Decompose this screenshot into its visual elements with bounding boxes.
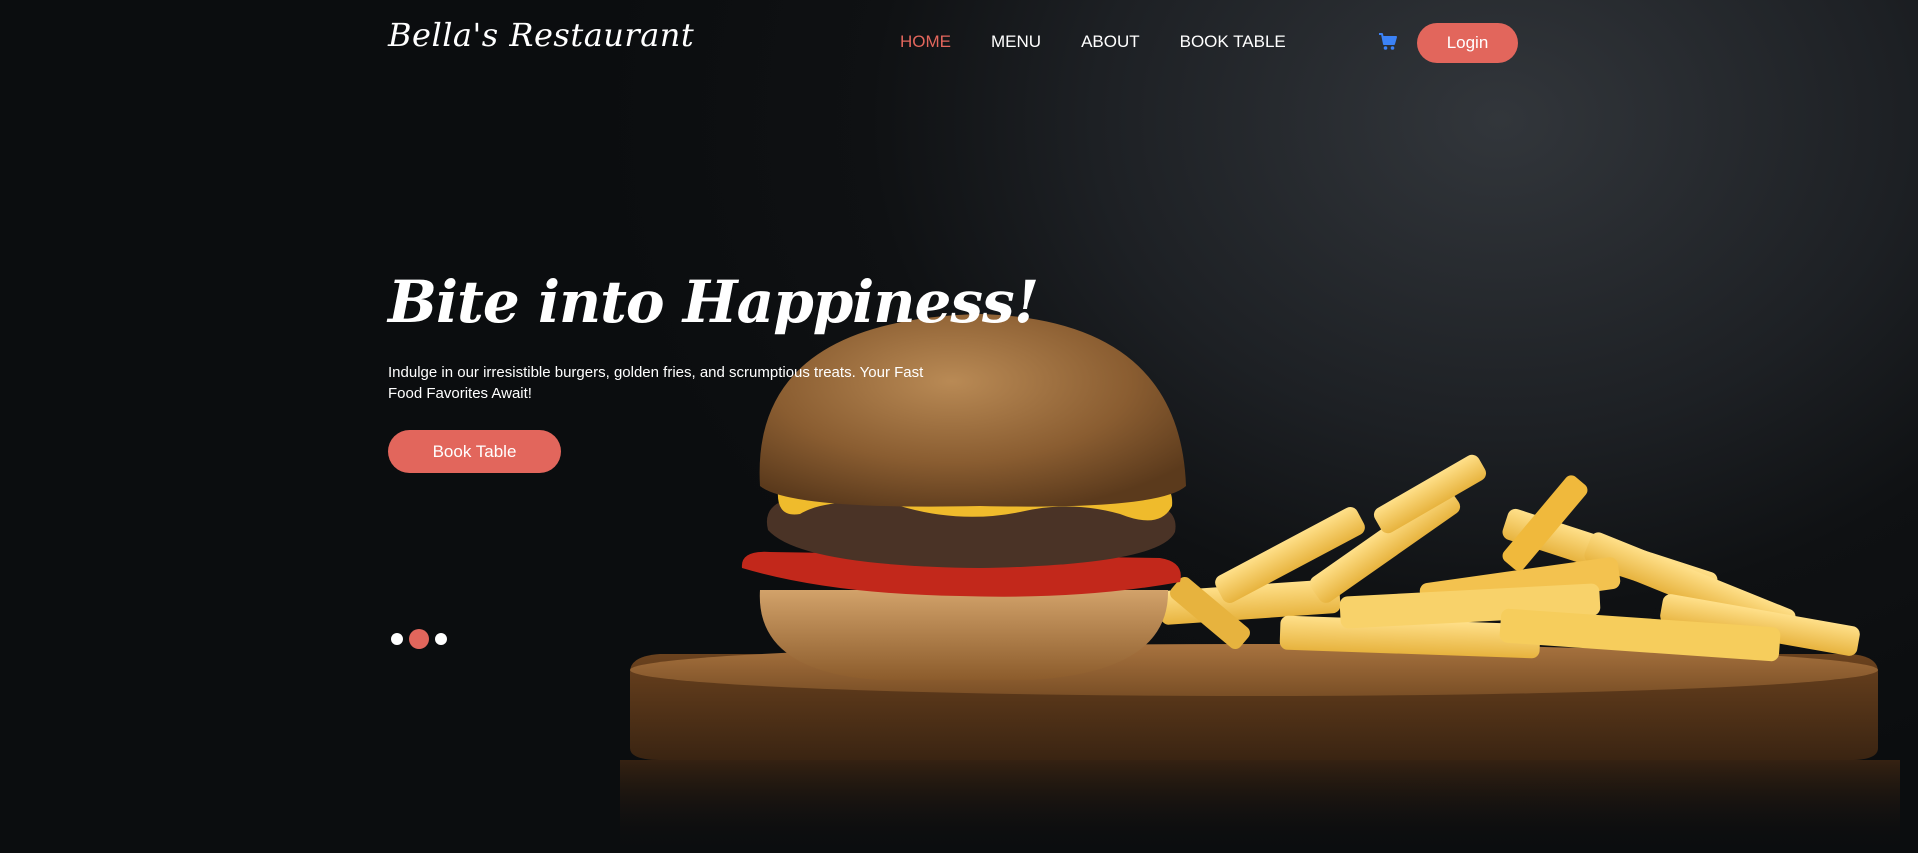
nav-links: HOME MENU ABOUT BOOK TABLE <box>900 32 1326 52</box>
slider-dot-active[interactable] <box>409 629 429 649</box>
top-navbar: Bella's Restaurant HOME MENU ABOUT BOOK … <box>0 0 1918 86</box>
hero-title: Bite into Happiness! <box>388 268 1039 336</box>
book-table-button[interactable]: Book Table <box>388 430 561 473</box>
slider-dots <box>391 629 447 649</box>
nav-item-menu[interactable]: MENU <box>991 32 1041 52</box>
slider-dot[interactable] <box>435 633 447 645</box>
nav-item-book-table[interactable]: BOOK TABLE <box>1180 32 1286 52</box>
nav-item-about[interactable]: ABOUT <box>1081 32 1140 52</box>
login-button[interactable]: Login <box>1417 23 1518 63</box>
slider-dot[interactable] <box>391 633 403 645</box>
shopping-cart-icon[interactable] <box>1378 33 1398 51</box>
brand-logo[interactable]: Bella's Restaurant <box>388 16 694 54</box>
nav-item-home[interactable]: HOME <box>900 32 951 52</box>
hero-description: Indulge in our irresistible burgers, gol… <box>388 364 924 402</box>
